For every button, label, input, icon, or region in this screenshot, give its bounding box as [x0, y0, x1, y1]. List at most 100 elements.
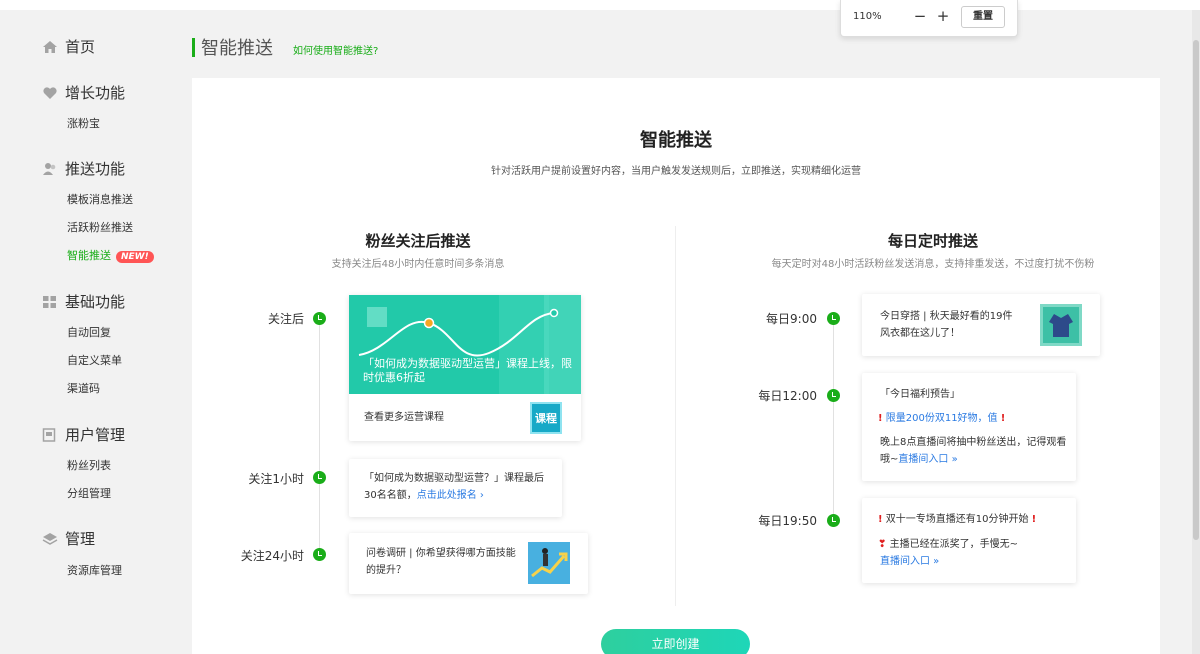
card-line: 晚上8点直播间将抽中粉丝送出，记得观看哦~直播间入口 »: [880, 434, 1070, 468]
title-accent-bar: [192, 37, 195, 57]
timeline-label: 关注24小时: [240, 549, 304, 563]
sidebar-group-manage: 管理: [42, 528, 95, 549]
clock-icon: [827, 514, 840, 527]
sidebar-item-group-mgmt[interactable]: 分组管理: [67, 485, 111, 501]
message-card-course: 「如何成为数据驱动型运营」课程上线，限时优惠6折起 查看更多运营课程 课程: [349, 295, 581, 441]
coat-graphic: [1040, 304, 1082, 346]
sidebar-item-smart-push[interactable]: 智能推送 NEW!: [67, 247, 154, 263]
message-card-survey: 问卷调研 | 你希望获得哪方面技能的提升？: [349, 533, 588, 594]
vertical-scrollbar[interactable]: [1192, 10, 1200, 654]
sidebar: 首页 增长功能 涨粉宝 推送功能 模板消息推送 活跃粉丝推送 智能推送 NEW! …: [0, 10, 180, 654]
card-message: 双十一专场直播还有10分钟开始: [885, 514, 1029, 525]
clock-icon: [827, 389, 840, 402]
help-link[interactable]: 如何使用智能推送?: [293, 42, 378, 57]
live-room-link[interactable]: 直播间入口 »: [898, 454, 957, 465]
main-card: 智能推送 针对活跃用户提前设置好内容，当用户触发发送规则后，立即推送，实现精细化…: [192, 78, 1160, 654]
sidebar-group-user-mgmt: 用户管理: [42, 424, 125, 445]
sidebar-item-channel-code[interactable]: 渠道码: [67, 380, 100, 396]
card-text: 查看更多运营课程: [364, 412, 444, 423]
signup-link[interactable]: 点击此处报名 ›: [417, 490, 484, 501]
page-title: 智能推送: [201, 38, 273, 59]
id-card-icon: [42, 427, 58, 442]
card-text: 问卷调研 | 你希望获得哪方面技能的提升？: [366, 548, 516, 576]
feature-subtitle: 针对活跃用户提前设置好内容，当用户触发发送规则后，立即推送，实现精细化运营: [491, 166, 861, 177]
heart-exclamation-icon: ❣: [878, 539, 887, 550]
left-column-subtitle: 支持关注后48小时内任意时间多条消息: [331, 259, 505, 270]
scrollbar-thumb[interactable]: [1193, 40, 1199, 540]
sidebar-item-auto-reply[interactable]: 自动回复: [67, 324, 111, 340]
exclamation-icon: !: [1031, 514, 1037, 525]
browser-top-strip: [0, 0, 1200, 10]
sidebar-item-resource-library[interactable]: 资源库管理: [67, 562, 122, 578]
create-now-button[interactable]: 立即创建: [601, 629, 750, 654]
outfit-thumbnail: [1040, 304, 1082, 346]
sidebar-item-label: 首页: [65, 38, 96, 56]
message-card-outfit: 今日穿搭 | 秋天最好看的19件风衣都在这儿了！: [862, 294, 1100, 356]
sidebar-item-zhangfenbao[interactable]: 涨粉宝: [67, 115, 100, 131]
zoom-popup: 110% − + 重置: [840, 0, 1018, 37]
timeline-label: 关注1小时: [248, 472, 304, 486]
clock-icon: [313, 548, 326, 561]
timeline-label: 关注后: [267, 312, 304, 326]
timeline-label: 每日12:00: [758, 389, 817, 403]
card-line: ! 限量200份双11好物，值 !: [878, 410, 1005, 427]
card-text: 「如何成为数据驱动型运营？」课程最后30名名额，点击此处报名 ›: [364, 470, 554, 504]
card-message: 主播已经在派奖了，手慢无~: [889, 539, 1018, 550]
chart-arrow-graphic: [528, 542, 570, 584]
sidebar-item-template-push[interactable]: 模板消息推送: [67, 191, 133, 207]
exclamation-icon: !: [878, 413, 883, 424]
sidebar-group-label: 基础功能: [65, 293, 126, 311]
right-column-title: 每日定时推送: [887, 232, 978, 250]
sidebar-group-basic: 基础功能: [42, 291, 125, 312]
message-card-live: ! 双十一专场直播还有10分钟开始 ! ❣ 主播已经在派奖了，手慢无~ 直播间入…: [862, 498, 1076, 583]
sidebar-group-label: 用户管理: [65, 426, 126, 444]
survey-thumbnail: [528, 542, 570, 584]
right-timeline-line: [833, 321, 834, 521]
right-column-subtitle: 每天定时对48小时活跃粉丝发送消息，支持排重发送，不过度打扰不伤粉: [771, 259, 1095, 270]
new-badge: NEW!: [116, 251, 154, 263]
sidebar-item-custom-menu[interactable]: 自定义菜单: [67, 352, 122, 368]
promo-text: 「如何成为数据驱动型运营」课程上线，限时优惠6折起: [363, 357, 572, 384]
sidebar-item-active-fans-push[interactable]: 活跃粉丝推送: [67, 219, 133, 235]
sidebar-item-home[interactable]: 首页: [42, 36, 95, 57]
layers-icon: [42, 532, 58, 546]
card-line: ! 双十一专场直播还有10分钟开始 !: [878, 511, 1036, 528]
promo-banner: 「如何成为数据驱动型运营」课程上线，限时优惠6折起: [349, 295, 581, 394]
left-column-title: 粉丝关注后推送: [365, 232, 471, 250]
exclamation-icon: !: [1000, 413, 1006, 424]
column-divider: [675, 226, 676, 606]
zoom-in-button[interactable]: +: [934, 6, 952, 26]
sidebar-item-fans-list[interactable]: 粉丝列表: [67, 457, 111, 473]
heart-icon: [42, 86, 58, 100]
sidebar-item-label: 智能推送: [67, 249, 111, 262]
thumbnail-label: 课程: [535, 412, 557, 425]
grid-icon: [42, 295, 58, 309]
sidebar-group-label: 推送功能: [65, 160, 126, 178]
clock-icon: [313, 471, 326, 484]
timeline-label: 每日19:50: [758, 514, 817, 528]
card-line: 直播间入口 »: [880, 553, 939, 570]
left-timeline-line: [319, 320, 320, 560]
message-card-welfare: 「今日福利预告」 ! 限量200份双11好物，值 ! 晚上8点直播间将抽中粉丝送…: [862, 373, 1076, 481]
message-card-signup: 「如何成为数据驱动型运营？」课程最后30名名额，点击此处报名 ›: [349, 459, 562, 517]
home-icon: [42, 40, 58, 54]
live-room-link[interactable]: 直播间入口 »: [880, 556, 939, 567]
clock-icon: [313, 312, 326, 325]
card-text: 今日穿搭 | 秋天最好看的19件风衣都在这儿了！: [880, 311, 1013, 339]
exclamation-icon: !: [878, 514, 883, 525]
users-icon: [42, 162, 58, 176]
course-thumbnail: 课程: [530, 402, 562, 434]
sidebar-group-label: 管理: [65, 530, 96, 548]
card-line: ❣ 主播已经在派奖了，手慢无~: [878, 536, 1068, 553]
highlight-text: 限量200份双11好物，值: [885, 413, 998, 424]
sidebar-group-label: 增长功能: [65, 84, 126, 102]
sidebar-group-growth: 增长功能: [42, 82, 125, 103]
feature-title: 智能推送: [640, 130, 712, 151]
clock-icon: [827, 312, 840, 325]
zoom-reset-button[interactable]: 重置: [961, 6, 1005, 28]
timeline-label: 每日9:00: [766, 312, 817, 326]
page-header: 智能推送 如何使用智能推送?: [192, 37, 378, 59]
card-line: 「今日福利预告」: [880, 389, 960, 400]
zoom-out-button[interactable]: −: [911, 6, 929, 26]
zoom-level: 110%: [853, 11, 882, 22]
